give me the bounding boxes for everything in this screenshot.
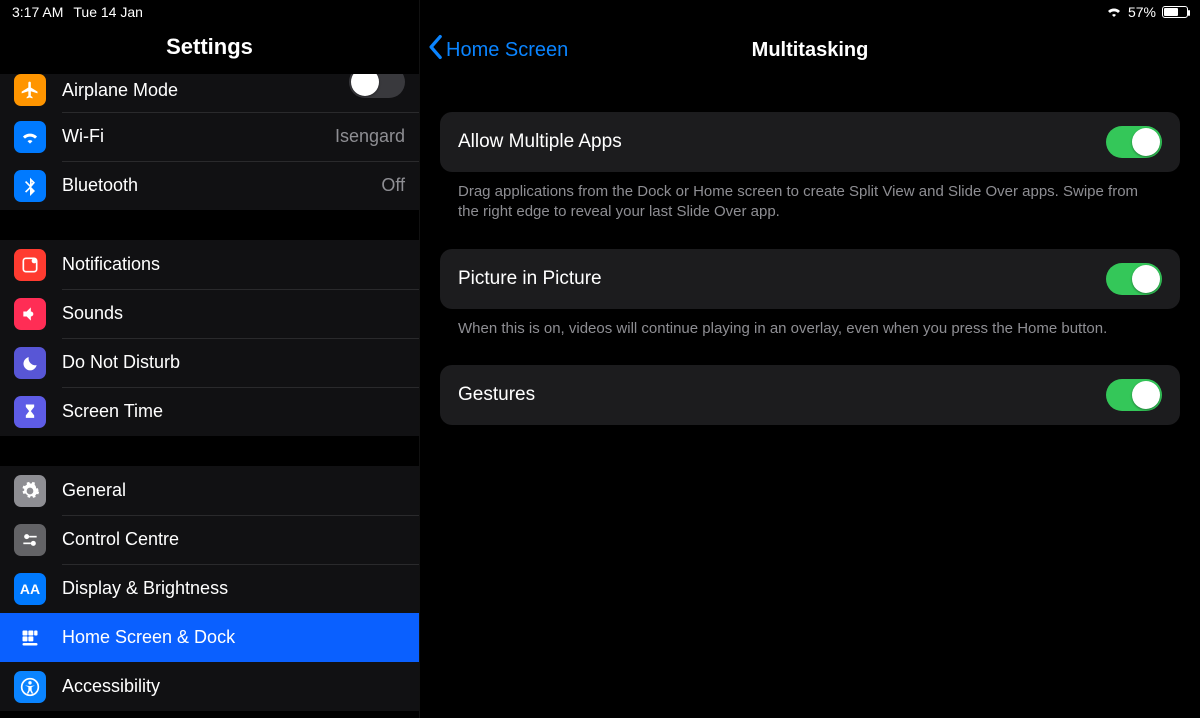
bluetooth-icon [14, 170, 46, 202]
setting-picture-in-picture[interactable]: Picture in Picture [440, 249, 1180, 309]
sidebar-item-screentime[interactable]: Screen Time [0, 387, 419, 436]
setting-gestures[interactable]: Gestures [440, 365, 1180, 425]
text-size-icon: AA [14, 573, 46, 605]
wifi-settings-icon [14, 121, 46, 153]
status-time: 3:17 AM [12, 4, 63, 20]
sidebar-item-airplane[interactable]: Airplane Mode [0, 74, 419, 112]
sidebar-item-display[interactable]: AA Display & Brightness [0, 564, 419, 613]
sidebar-item-home-screen[interactable]: Home Screen & Dock [0, 613, 419, 662]
hourglass-icon [14, 396, 46, 428]
sidebar-group-alerts: Notifications Sounds Do Not Disturb [0, 240, 419, 436]
sliders-icon [14, 524, 46, 556]
gestures-toggle[interactable] [1106, 379, 1162, 411]
sidebar-item-wifi[interactable]: Wi-Fi Isengard [0, 112, 419, 161]
airplane-icon [14, 74, 46, 106]
allow-multiple-apps-desc: Drag applications from the Dock or Home … [440, 172, 1180, 223]
status-bar: 3:17 AM Tue 14 Jan 57% [0, 0, 1200, 24]
sidebar-group-connectivity: Airplane Mode Wi-Fi Isengard Bluetooth O… [0, 74, 419, 210]
battery-fill [1164, 8, 1178, 16]
grid-icon [14, 622, 46, 654]
control-label: Control Centre [62, 529, 405, 550]
notifications-icon [14, 249, 46, 281]
sounds-icon [14, 298, 46, 330]
chevron-left-icon [426, 34, 444, 66]
sidebar-item-sounds[interactable]: Sounds [0, 289, 419, 338]
allow-multiple-apps-label: Allow Multiple Apps [458, 131, 622, 153]
general-label: General [62, 480, 405, 501]
sidebar-item-general[interactable]: General [0, 466, 419, 515]
detail-pane: Home Screen Multitasking Allow Multiple … [420, 0, 1200, 718]
allow-multiple-apps-toggle[interactable] [1106, 126, 1162, 158]
display-label: Display & Brightness [62, 578, 405, 599]
back-label: Home Screen [446, 39, 568, 62]
battery-icon [1162, 6, 1188, 18]
moon-icon [14, 347, 46, 379]
battery-percent: 57% [1128, 4, 1156, 20]
gear-icon [14, 475, 46, 507]
sidebar-item-bluetooth[interactable]: Bluetooth Off [0, 161, 419, 210]
sidebar-item-notifications[interactable]: Notifications [0, 240, 419, 289]
sidebar-item-control-centre[interactable]: Control Centre [0, 515, 419, 564]
notifications-label: Notifications [62, 254, 405, 275]
sidebar-item-accessibility[interactable]: Accessibility [0, 662, 419, 711]
sounds-label: Sounds [62, 303, 405, 324]
wifi-label: Wi-Fi [62, 126, 335, 147]
sidebar-item-dnd[interactable]: Do Not Disturb [0, 338, 419, 387]
wifi-value: Isengard [335, 126, 405, 147]
accessibility-label: Accessibility [62, 676, 405, 697]
gestures-label: Gestures [458, 384, 535, 406]
bluetooth-label: Bluetooth [62, 175, 381, 196]
home-label: Home Screen & Dock [62, 627, 405, 648]
back-button[interactable]: Home Screen [420, 34, 568, 66]
pip-label: Picture in Picture [458, 268, 602, 290]
accessibility-icon [14, 671, 46, 703]
airplane-toggle[interactable] [349, 74, 405, 98]
detail-header: Home Screen Multitasking [420, 28, 1200, 72]
screentime-label: Screen Time [62, 401, 405, 422]
setting-allow-multiple-apps[interactable]: Allow Multiple Apps [440, 112, 1180, 172]
pip-toggle[interactable] [1106, 263, 1162, 295]
dnd-label: Do Not Disturb [62, 352, 405, 373]
settings-sidebar: Settings Airplane Mode Wi-Fi Isengard [0, 0, 420, 718]
status-date: Tue 14 Jan [73, 4, 143, 20]
sidebar-group-general: General Control Centre AA Display & Brig… [0, 466, 419, 711]
airplane-label: Airplane Mode [62, 80, 349, 101]
pip-desc: When this is on, videos will continue pl… [440, 309, 1180, 339]
wifi-icon [1106, 4, 1122, 20]
bluetooth-value: Off [381, 175, 405, 196]
